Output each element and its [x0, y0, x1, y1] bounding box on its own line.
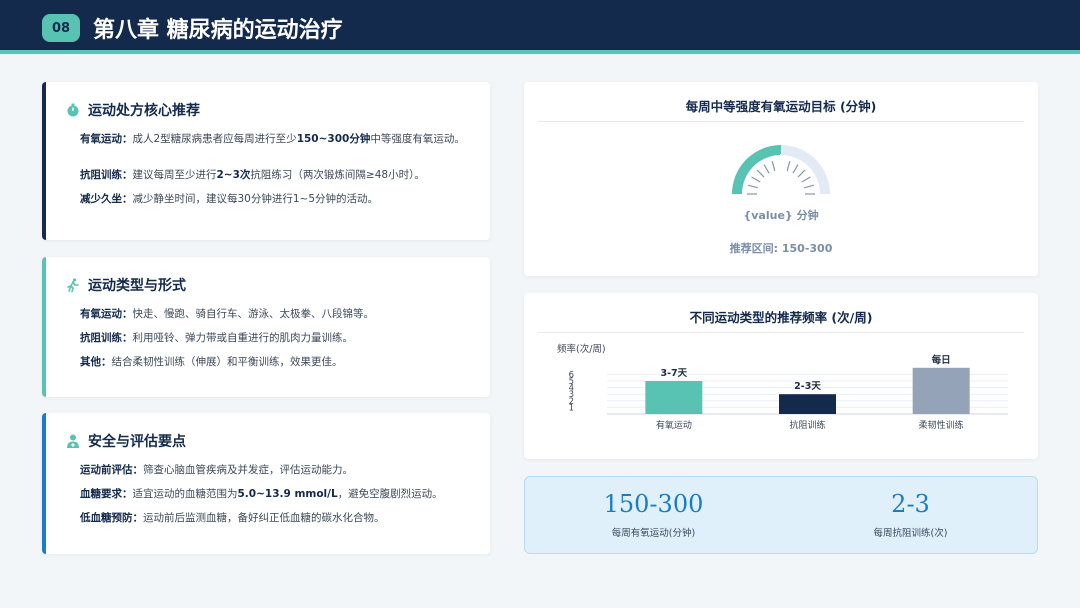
gauge-title: 每周中等强度有氧运动目标 (分钟) — [685, 99, 877, 114]
bar-data-label: 3-7天 — [660, 368, 687, 379]
gauge-meter — [732, 145, 830, 195]
gauge-value: {value} 分钟 — [743, 209, 819, 222]
section-line: 其他：结合柔韧性训练（伸展）和平衡训练，效果更佳。 — [80, 356, 343, 368]
gauge-card: 每周中等强度有氧运动目标 (分钟) {value} 分钟 推荐区间: 150-3… — [524, 82, 1038, 276]
y-tick-label: 6 — [569, 370, 574, 380]
section-title: 运动类型与形式 — [88, 278, 186, 294]
section-line: 有氧运动：成人2型糖尿病患者应每周进行至少150~300分钟中等强度有氧运动。 — [80, 133, 465, 145]
chart-title: 不同运动类型的推荐频率 (次/周) — [689, 310, 873, 325]
gauge-tick — [763, 164, 770, 174]
stat-label: 每周抗阻训练(次) — [873, 528, 948, 539]
bar-chart-card: 不同运动类型的推荐频率 (次/周) 频率(次/周) 1 2 3 4 5 6 3-7天 有氧运动 2… — [524, 293, 1038, 459]
x-tick-label: 有氧运动 — [656, 419, 692, 431]
gauge-tick — [804, 184, 814, 189]
section-title: 运动处方核心推荐 — [88, 103, 200, 119]
section-card-types: 运动类型与形式 有氧运动：快走、慢跑、骑自行车、游泳、太极拳、八段锦等。 抗阻训… — [42, 257, 490, 397]
chart-bar — [645, 381, 703, 414]
section-line: 血糖要求：适宜运动的血糖范围为5.0~13.9 mmol/L，避免空腹剧烈运动。 — [80, 488, 443, 500]
gauge-tick — [797, 169, 806, 178]
bar-chart: 频率(次/周)123456 3-7天有氧运动2-3天抗阻训练每日柔韧性训练 — [557, 343, 1008, 431]
gauge-tick — [771, 161, 776, 171]
gauge-tick — [756, 169, 765, 178]
section-title: 安全与评估要点 — [88, 434, 186, 450]
x-tick-label: 柔韧性训练 — [919, 419, 964, 431]
running-icon — [67, 278, 79, 292]
gauge-tick — [751, 176, 761, 183]
stat-label: 每周有氧运动(分钟) — [611, 528, 696, 539]
section-line: 运动前评估：筛查心脑血管疾病及并发症，评估运动能力。 — [80, 464, 353, 476]
y-axis-title: 频率(次/周) — [557, 343, 606, 355]
section-line: 抗阻训练：利用哑铃、弹力带或自重进行的肌肉力量训练。 — [80, 332, 353, 344]
divider — [538, 121, 1024, 122]
doctor-icon — [67, 434, 79, 448]
stat-value: 150-300 — [603, 490, 704, 518]
page-title: 第八章 糖尿病的运动治疗 — [93, 17, 343, 43]
stats-panel: 150-300 每周有氧运动(分钟) 2-3 每周抗阻训练(次) — [524, 476, 1038, 554]
section-line: 抗阻训练：建议每周至少进行2~3次抗阻练习（两次锻炼间隔≥48小时）。 — [80, 169, 425, 181]
chart-bar — [779, 394, 836, 414]
gauge-tick — [792, 164, 799, 174]
bar-data-label: 每日 — [932, 354, 951, 366]
section-line: 减少久坐：减少静坐时间，建议每30分钟进行1~5分钟的活动。 — [80, 193, 379, 205]
section-card-prescription: 运动处方核心推荐 有氧运动：成人2型糖尿病患者应每周进行至少150~300分钟中… — [42, 82, 490, 240]
gauge-tick — [748, 184, 758, 189]
gauge-range: 推荐区间: 150-300 — [729, 242, 833, 255]
x-tick-label: 抗阻训练 — [789, 419, 825, 431]
stopwatch-icon — [67, 103, 79, 117]
section-line: 有氧运动：快走、慢跑、骑自行车、游泳、太极拳、八段锦等。 — [80, 308, 374, 320]
stat-value: 2-3 — [891, 490, 930, 518]
header-bar: 08 第八章 糖尿病的运动治疗 — [0, 0, 1080, 54]
stat-aerobic: 150-300 每周有氧运动(分钟) — [525, 489, 782, 539]
bar-data-label: 2-3天 — [794, 381, 821, 392]
chapter-badge: 08 — [42, 14, 80, 42]
gauge-tick — [786, 161, 791, 171]
chart-bar — [912, 367, 970, 414]
stat-resistance: 2-3 每周抗阻训练(次) — [782, 489, 1039, 539]
section-card-safety: 安全与评估要点 运动前评估：筛查心脑血管疾病及并发症，评估运动能力。 血糖要求：… — [42, 413, 490, 554]
section-line: 低血糖预防：运动前后监测血糖，备好纠正低血糖的碳水化合物。 — [80, 512, 385, 524]
gauge-tick — [801, 176, 811, 183]
